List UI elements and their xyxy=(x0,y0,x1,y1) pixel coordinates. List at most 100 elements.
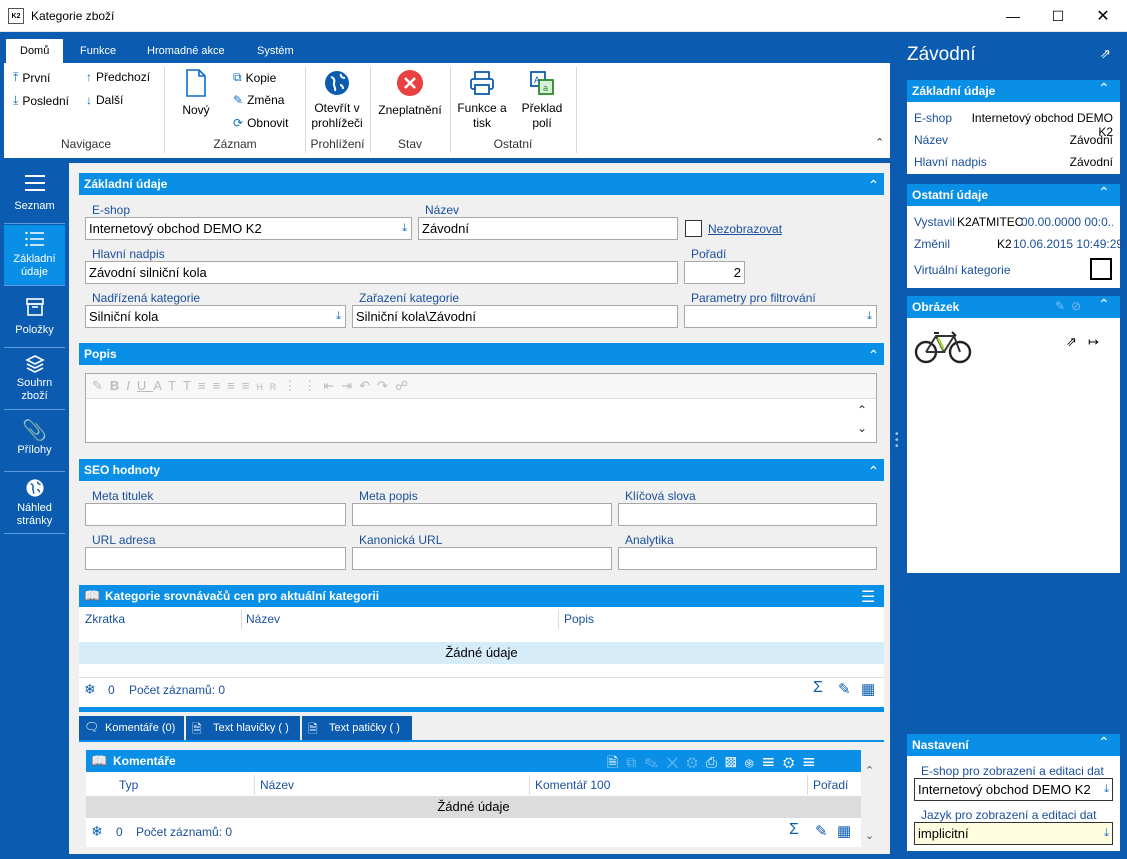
snowflake-icon[interactable]: ❄ xyxy=(84,681,96,698)
url-field[interactable] xyxy=(85,547,346,570)
meta-description-field[interactable] xyxy=(352,503,612,526)
table-add-icon[interactable]: ▦ xyxy=(837,822,851,840)
bold-icon[interactable]: B xyxy=(110,378,126,393)
delete-icon[interactable]: ✕ xyxy=(666,754,686,770)
new-button[interactable]: Nový xyxy=(174,69,218,118)
collapse-chevron-icon[interactable]: ⌃ xyxy=(863,173,884,195)
column-header[interactable]: Popis xyxy=(564,612,594,626)
minimize-button[interactable]: — xyxy=(990,0,1036,32)
align-center-icon[interactable]: ≡ xyxy=(213,378,228,393)
first-button[interactable]: ⤒ První xyxy=(13,70,50,85)
pencil-icon[interactable]: ✎ xyxy=(92,378,110,393)
settings-eshop-select[interactable]: Internetový obchod DEMO K2 ⤓ xyxy=(914,778,1113,801)
justify-icon[interactable]: ≡ xyxy=(242,378,257,393)
close-button[interactable]: ✕ xyxy=(1080,0,1126,32)
virtual-category-checkbox[interactable] xyxy=(1090,258,1112,280)
edit-icon[interactable]: ✎ xyxy=(815,822,828,840)
column-header[interactable]: Pořadí xyxy=(813,778,848,792)
scroll-up-icon[interactable]: ⌃ xyxy=(857,401,867,419)
tab-header-text[interactable]: Text hlavičky ( ) xyxy=(186,716,300,740)
name-field[interactable]: Závodní xyxy=(418,217,678,240)
nav-polozky[interactable]: Položky xyxy=(4,287,65,348)
columns-icon[interactable]: ☰ xyxy=(762,754,783,770)
edit-icon[interactable]: ✎ xyxy=(1055,299,1071,313)
column-header[interactable]: Komentář 100 xyxy=(535,778,610,792)
subscript-icon[interactable]: T xyxy=(183,378,198,393)
indent-icon[interactable]: ⇥ xyxy=(341,378,359,393)
bullet-list-icon[interactable]: ⋮ xyxy=(303,378,323,393)
tab-funkce[interactable]: Funkce xyxy=(66,39,130,63)
print-functions-button[interactable]: Funkce a tisk xyxy=(451,69,513,131)
settings-language-select[interactable]: implicitní ⤓ xyxy=(914,822,1113,845)
printer-icon[interactable]: ⎙ xyxy=(706,754,725,770)
editor-scrollbar[interactable]: ⌃ ⌄ xyxy=(857,401,867,437)
outdent-icon[interactable]: ⇤ xyxy=(323,378,341,393)
scroll-down-icon[interactable]: ⌄ xyxy=(861,829,878,842)
panel-splitter[interactable]: • • • xyxy=(895,430,899,452)
column-header[interactable]: Název xyxy=(246,612,280,626)
order-field[interactable]: 2 xyxy=(684,261,745,284)
numbered-list-icon[interactable]: ⋮ xyxy=(283,378,303,393)
collapse-chevron-icon[interactable]: ⌃ xyxy=(1098,296,1110,313)
popout-icon[interactable]: ⇗ xyxy=(1100,46,1111,62)
splitter[interactable] xyxy=(79,707,884,712)
heading-field[interactable]: Závodní silniční kola xyxy=(85,261,678,284)
hidden-checkbox[interactable] xyxy=(685,220,702,237)
canonical-url-field[interactable] xyxy=(352,547,612,570)
hierarchy-icon[interactable]: ⊛ xyxy=(745,754,762,770)
placement-field[interactable]: Silniční kola\Závodní xyxy=(352,305,678,328)
collapse-chevron-icon[interactable]: ⌃ xyxy=(1098,80,1110,97)
chart-icon[interactable]: ▩ xyxy=(725,754,745,770)
change-button[interactable]: ✎ Změna xyxy=(233,93,284,107)
invalidate-button[interactable]: Zneplatnění xyxy=(372,69,448,118)
nav-nahled-stranky[interactable]: Náhled stránky xyxy=(4,473,65,534)
nav-prilohy[interactable]: 📎 Přílohy xyxy=(4,411,65,472)
gear-icon[interactable]: ⚙ xyxy=(783,754,802,770)
undo-icon[interactable]: ↶ xyxy=(359,378,377,393)
maximize-button[interactable]: ☐ xyxy=(1035,0,1081,32)
filter-params-select[interactable]: ⤓ xyxy=(684,305,877,328)
nav-souhrn-zbozi[interactable]: Souhrn zboží xyxy=(4,349,65,410)
settings-icon[interactable]: ⚙ xyxy=(686,754,705,770)
align-right-icon[interactable]: ≡ xyxy=(227,378,242,393)
translate-fields-button[interactable]: Aa Překlad polí xyxy=(516,69,568,131)
collapse-chevron-icon[interactable]: ⌃ xyxy=(1098,184,1110,201)
new-document-icon[interactable]: 🗎 xyxy=(607,754,626,770)
vertical-scrollbar[interactable]: ⌃ ⌄ xyxy=(861,764,878,847)
scroll-down-icon[interactable]: ⌄ xyxy=(857,419,867,437)
column-header[interactable]: Typ xyxy=(119,778,138,792)
tab-domu[interactable]: Domů xyxy=(6,39,64,63)
sum-icon[interactable]: Σ xyxy=(789,821,799,839)
parent-category-select[interactable]: Silniční kola ⤓ xyxy=(85,305,346,328)
font-color-icon[interactable]: A xyxy=(153,378,168,393)
link-icon[interactable]: ☍ xyxy=(395,378,415,393)
menu-icon[interactable]: ☰ xyxy=(802,754,823,770)
delete-icon[interactable]: ⊘ xyxy=(1071,299,1087,313)
tab-footer-text[interactable]: Text patičky ( ) xyxy=(302,716,412,740)
analytics-field[interactable] xyxy=(618,547,877,570)
last-button[interactable]: ⤓ Poslední xyxy=(13,93,69,108)
collapse-chevron-icon[interactable]: ⌃ xyxy=(863,343,884,365)
open-image-icon[interactable]: ⇗ xyxy=(1066,334,1077,350)
nav-zakladni-udaje[interactable]: Základní údaje xyxy=(4,225,65,286)
tab-hromadne-akce[interactable]: Hromadné akce xyxy=(133,39,239,63)
column-header[interactable]: Název xyxy=(260,778,294,792)
sum-icon[interactable]: Σ xyxy=(813,679,823,697)
edit-icon[interactable]: ✎ xyxy=(644,754,666,770)
copy-icon[interactable]: ⧉ xyxy=(626,754,644,770)
menu-icon[interactable]: ☰ xyxy=(861,587,875,607)
underline-icon[interactable]: U xyxy=(137,378,153,393)
eshop-select[interactable]: Internetový obchod DEMO K2 ⤓ xyxy=(85,217,412,240)
meta-title-field[interactable] xyxy=(85,503,346,526)
italic-icon[interactable]: I xyxy=(126,378,137,393)
collapse-chevron-icon[interactable]: ⌃ xyxy=(863,459,884,481)
column-header[interactable]: Zkratka xyxy=(85,612,125,626)
edit-icon[interactable]: ✎ xyxy=(838,680,851,698)
next-button[interactable]: ↓ Další xyxy=(86,93,123,107)
keywords-field[interactable] xyxy=(618,503,877,526)
superscript-icon[interactable]: T xyxy=(168,378,183,393)
open-in-browser-button[interactable]: Otevřít v prohlížeči xyxy=(306,69,368,131)
copy-button[interactable]: ⧉ Kopie xyxy=(233,70,276,85)
nav-seznam[interactable]: Seznam xyxy=(4,163,65,224)
previous-button[interactable]: ↑ Předchozí xyxy=(86,70,150,84)
